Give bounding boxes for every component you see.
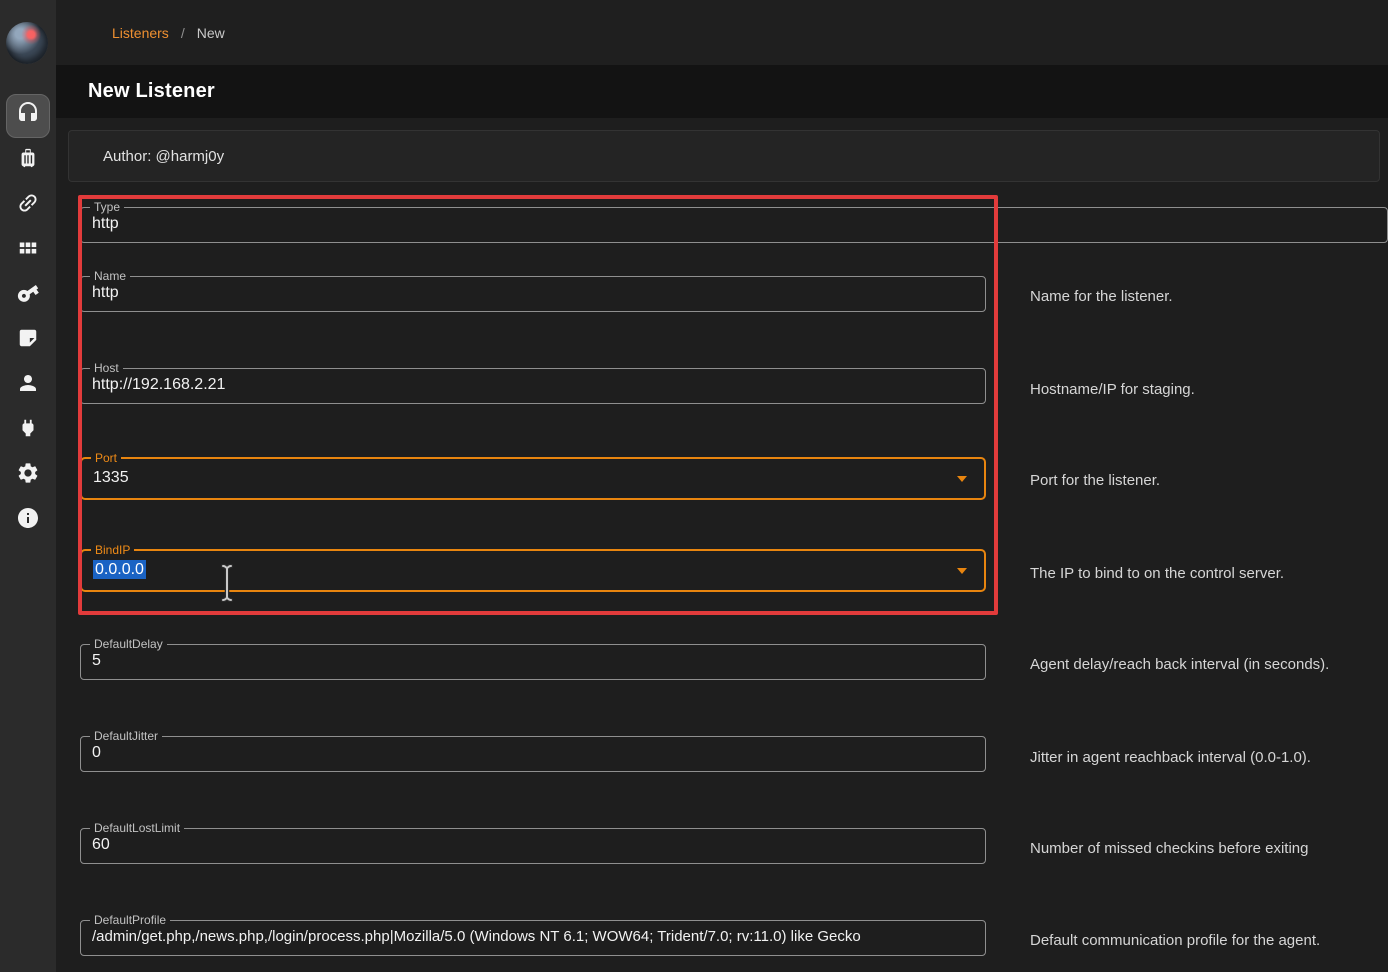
sidebar-item-headset[interactable]	[0, 93, 56, 138]
breadcrumb-current: New	[197, 25, 225, 41]
defaultprofile-help: Default communication profile for the ag…	[1030, 932, 1320, 949]
defaultprofile-input[interactable]: DefaultProfile /admin/get.php,/news.php,…	[80, 920, 986, 956]
sidebar-item-grid[interactable]	[0, 228, 56, 273]
chevron-down-icon[interactable]	[957, 568, 967, 574]
bindip-help: The IP to bind to on the control server.	[1030, 565, 1284, 582]
defaultprofile-value: /admin/get.php,/news.php,/login/process.…	[92, 928, 861, 945]
sidebar-item-briefcase[interactable]	[0, 138, 56, 183]
defaultjitter-value: 0	[92, 744, 101, 762]
sidebar-item-plug[interactable]	[0, 408, 56, 453]
host-input[interactable]: Host http://192.168.2.21	[80, 368, 986, 404]
author-card: Author: @harmj0y	[68, 130, 1380, 182]
sidebar-item-info[interactable]	[0, 498, 56, 543]
host-label: Host	[90, 360, 123, 377]
page-title: New Listener	[56, 80, 215, 103]
defaultprofile-label: DefaultProfile	[90, 912, 170, 929]
user-icon	[16, 371, 40, 400]
defaultdelay-help: Agent delay/reach back interval (in seco…	[1030, 656, 1329, 673]
gear-icon	[16, 461, 40, 490]
defaultjitter-label: DefaultJitter	[90, 728, 162, 745]
defaultjitter-input[interactable]: DefaultJitter 0	[80, 736, 986, 772]
breadcrumb: Listeners / New	[56, 0, 1388, 65]
page-header: New Listener	[56, 65, 1388, 118]
port-value: 1335	[93, 469, 129, 487]
topbar: Listeners / New	[56, 0, 1388, 65]
name-help: Name for the listener.	[1030, 288, 1173, 305]
sidebar-item-key[interactable]	[0, 273, 56, 318]
name-label: Name	[90, 268, 130, 285]
sidebar-item-link[interactable]	[0, 183, 56, 228]
port-select[interactable]: Port 1335	[80, 457, 986, 500]
app-logo	[6, 22, 48, 64]
sidebar-item-note[interactable]	[0, 318, 56, 363]
defaultlostlimit-value: 60	[92, 836, 110, 854]
host-value: http://192.168.2.21	[92, 376, 225, 394]
breadcrumb-listeners-link[interactable]: Listeners	[112, 25, 169, 41]
link-icon	[16, 191, 40, 220]
chevron-down-icon[interactable]	[957, 476, 967, 482]
note-icon	[17, 327, 39, 354]
defaultdelay-input[interactable]: DefaultDelay 5	[80, 644, 986, 680]
author-text: Author: @harmj0y	[69, 148, 224, 165]
key-icon	[16, 281, 40, 310]
defaultdelay-label: DefaultDelay	[90, 636, 167, 653]
name-input[interactable]: Name http	[80, 276, 986, 312]
defaultdelay-value: 5	[92, 652, 101, 670]
defaultlostlimit-help: Number of missed checkins before exiting	[1030, 840, 1308, 857]
port-help: Port for the listener.	[1030, 472, 1160, 489]
info-icon	[16, 506, 40, 535]
plug-icon	[17, 417, 39, 444]
port-label: Port	[91, 450, 121, 467]
breadcrumb-separator: /	[181, 25, 185, 41]
sidebar-item-user[interactable]	[0, 363, 56, 408]
type-select[interactable]: Type http	[80, 207, 1388, 243]
bindip-select[interactable]: BindIP 0.0.0.0	[80, 549, 986, 592]
defaultlostlimit-label: DefaultLostLimit	[90, 820, 184, 837]
sidebar-nav	[0, 93, 56, 543]
grid-icon	[17, 237, 39, 264]
type-value: http	[92, 215, 119, 233]
name-value: http	[92, 284, 119, 302]
defaultlostlimit-input[interactable]: DefaultLostLimit 60	[80, 828, 986, 864]
defaultjitter-help: Jitter in agent reachback interval (0.0-…	[1030, 749, 1311, 766]
briefcase-icon	[17, 147, 39, 174]
host-help: Hostname/IP for staging.	[1030, 381, 1195, 398]
bindip-label: BindIP	[91, 542, 134, 559]
sidebar	[0, 0, 56, 972]
headset-icon	[16, 101, 40, 130]
bindip-value-selected: 0.0.0.0	[93, 560, 146, 579]
type-label: Type	[90, 199, 124, 216]
sidebar-item-gear[interactable]	[0, 453, 56, 498]
